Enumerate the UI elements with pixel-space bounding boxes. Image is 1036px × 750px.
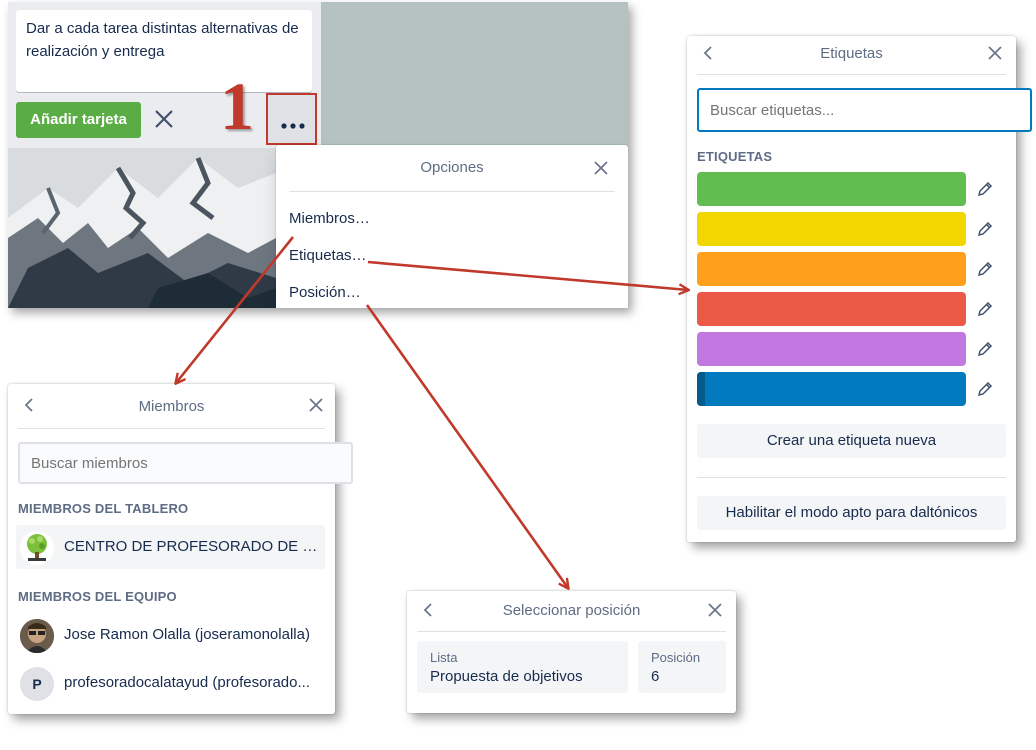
position-select-value: 6 <box>651 668 660 685</box>
add-card-label: Añadir tarjeta <box>30 111 127 128</box>
label-color-bar[interactable] <box>697 332 966 366</box>
label-selected-marker <box>697 372 705 406</box>
labels-popover: Etiquetas ETIQUETAS Crear una etiqueta n… <box>687 36 1032 542</box>
position-divider <box>417 631 726 632</box>
position-title: Seleccionar posición <box>502 602 641 619</box>
team-member-name: Jose Ramon Olalla (joseramonolalla) <box>64 626 310 643</box>
board-member-row[interactable]: CENTRO DE PROFESORADO DE CA... <box>16 525 325 569</box>
members-close-icon[interactable] <box>305 395 327 417</box>
position-popover: Seleccionar posición Lista Propuesta de … <box>407 591 736 713</box>
colorblind-mode-button[interactable]: Habilitar el modo apto para daltónicos <box>697 496 1006 530</box>
menu-item-miembros[interactable]: Miembros… <box>289 210 370 227</box>
board-member-name: CENTRO DE PROFESORADO DE CA... <box>64 538 322 555</box>
board-screenshot: Dar a cada tarea distintas alternativas … <box>8 2 628 308</box>
step-number-annotation: 1 <box>220 68 254 144</box>
mountain-background-image <box>8 148 276 308</box>
labels-divider <box>697 74 1006 75</box>
list-select-value: Propuesta de objetivos <box>430 668 583 685</box>
ellipsis-icon <box>281 116 305 129</box>
organization-logo-avatar <box>20 531 54 565</box>
members-popover: Miembros MIEMBROS DEL TABLERO CENTRO DE … <box>8 384 353 714</box>
label-color-bar[interactable] <box>697 212 966 246</box>
members-search-input[interactable] <box>18 442 353 484</box>
avatar-initial: P <box>32 676 42 692</box>
position-select[interactable]: Posición 6 <box>638 641 726 693</box>
pencil-edit-icon[interactable] <box>976 260 994 278</box>
options-title: Opciones <box>420 159 484 176</box>
labels-bottom-divider <box>697 477 1006 478</box>
options-close-icon[interactable] <box>590 158 612 180</box>
list-select[interactable]: Lista Propuesta de objetivos <box>417 641 628 693</box>
initial-avatar: P <box>20 667 54 701</box>
labels-section-title: ETIQUETAS <box>697 149 773 164</box>
options-popover: Opciones Miembros… Etiquetas… Posición… <box>276 145 628 308</box>
card-text: Dar a cada tarea distintas alternativas … <box>26 20 299 60</box>
menu-item-posicion[interactable]: Posición… <box>289 284 361 301</box>
arrow-to-position <box>365 304 568 588</box>
members-divider <box>18 428 325 429</box>
label-color-bar[interactable] <box>697 292 966 326</box>
members-title: Miembros <box>138 398 205 415</box>
label-color-bar[interactable] <box>697 252 966 286</box>
board-members-section-title: MIEMBROS DEL TABLERO <box>18 501 189 516</box>
menu-item-etiquetas[interactable]: Etiquetas… <box>289 247 367 264</box>
labels-title: Etiquetas <box>820 45 883 62</box>
more-options-button[interactable] <box>266 93 317 145</box>
team-member-name: profesoradocalatayud (profesorado... <box>64 674 310 691</box>
labels-search-input[interactable] <box>697 88 1032 132</box>
pencil-edit-icon[interactable] <box>976 180 994 198</box>
user-photo-avatar <box>20 619 54 653</box>
colorblind-mode-text: Habilitar el modo apto para daltónicos <box>725 504 978 521</box>
options-divider <box>289 191 615 192</box>
pencil-edit-icon[interactable] <box>976 340 994 358</box>
team-members-section-title: MIEMBROS DEL EQUIPO <box>18 589 177 604</box>
label-color-bar[interactable] <box>697 172 966 206</box>
label-color-bar[interactable] <box>697 372 966 406</box>
pencil-edit-icon[interactable] <box>976 300 994 318</box>
team-member-row[interactable]: P profesoradocalatayud (profesorado... <box>16 661 325 705</box>
list-select-label: Lista <box>430 650 458 665</box>
create-label-text: Crear una etiqueta nueva <box>766 432 937 449</box>
pencil-edit-icon[interactable] <box>976 380 994 398</box>
team-member-row[interactable]: Jose Ramon Olalla (joseramonolalla) <box>16 613 325 657</box>
position-select-label: Posición <box>651 650 701 665</box>
pencil-edit-icon[interactable] <box>976 220 994 238</box>
close-icon[interactable] <box>153 108 175 130</box>
card-composer-textarea[interactable]: Dar a cada tarea distintas alternativas … <box>16 10 312 92</box>
add-card-button[interactable]: Añadir tarjeta <box>16 102 141 138</box>
create-label-button[interactable]: Crear una etiqueta nueva <box>697 424 1006 458</box>
labels-close-icon[interactable] <box>984 43 1006 65</box>
position-close-icon[interactable] <box>704 600 726 622</box>
